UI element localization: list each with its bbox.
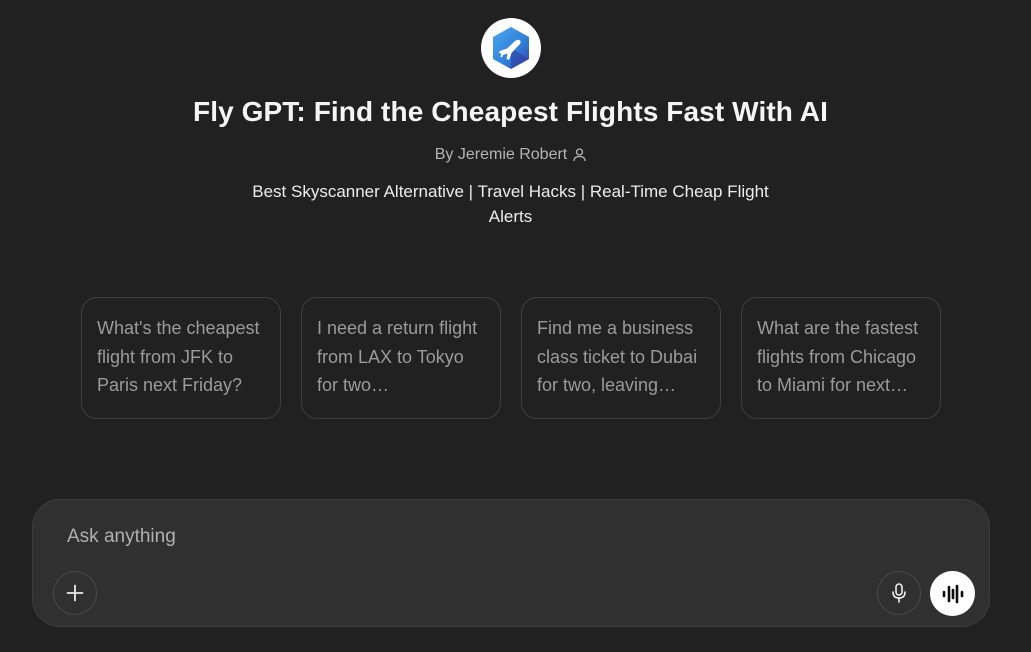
- conversation-starters: What's the cheapest flight from JFK to P…: [81, 297, 941, 419]
- airplane-logo-icon: [493, 27, 529, 69]
- gpt-landing-page: Fly GPT: Find the Cheapest Flights Fast …: [0, 0, 1031, 652]
- microphone-icon: [892, 583, 906, 603]
- voice-mode-button[interactable]: [930, 571, 975, 616]
- author-name: By Jeremie Robert: [434, 146, 568, 163]
- add-attachment-button[interactable]: [53, 571, 97, 615]
- starter-card[interactable]: What's the cheapest flight from JFK to P…: [81, 297, 281, 419]
- author-byline[interactable]: By Jeremie Robert: [0, 146, 1021, 164]
- gpt-logo: [481, 18, 541, 78]
- starter-card[interactable]: I need a return flight from LAX to Tokyo…: [301, 297, 501, 419]
- person-icon: [573, 148, 586, 162]
- prompt-input[interactable]: [65, 522, 849, 552]
- gpt-title: Fly GPT: Find the Cheapest Flights Fast …: [193, 96, 828, 127]
- starter-card[interactable]: Find me a business class ticket to Dubai…: [521, 297, 721, 419]
- starter-card[interactable]: What are the fastest flights from Chicag…: [741, 297, 941, 419]
- dictate-button[interactable]: [877, 571, 921, 615]
- gpt-description: Best Skyscanner Alternative | Travel Hac…: [252, 182, 769, 226]
- plus-icon: [66, 584, 84, 602]
- voice-mode-icon: [942, 584, 963, 603]
- message-composer: [32, 499, 990, 627]
